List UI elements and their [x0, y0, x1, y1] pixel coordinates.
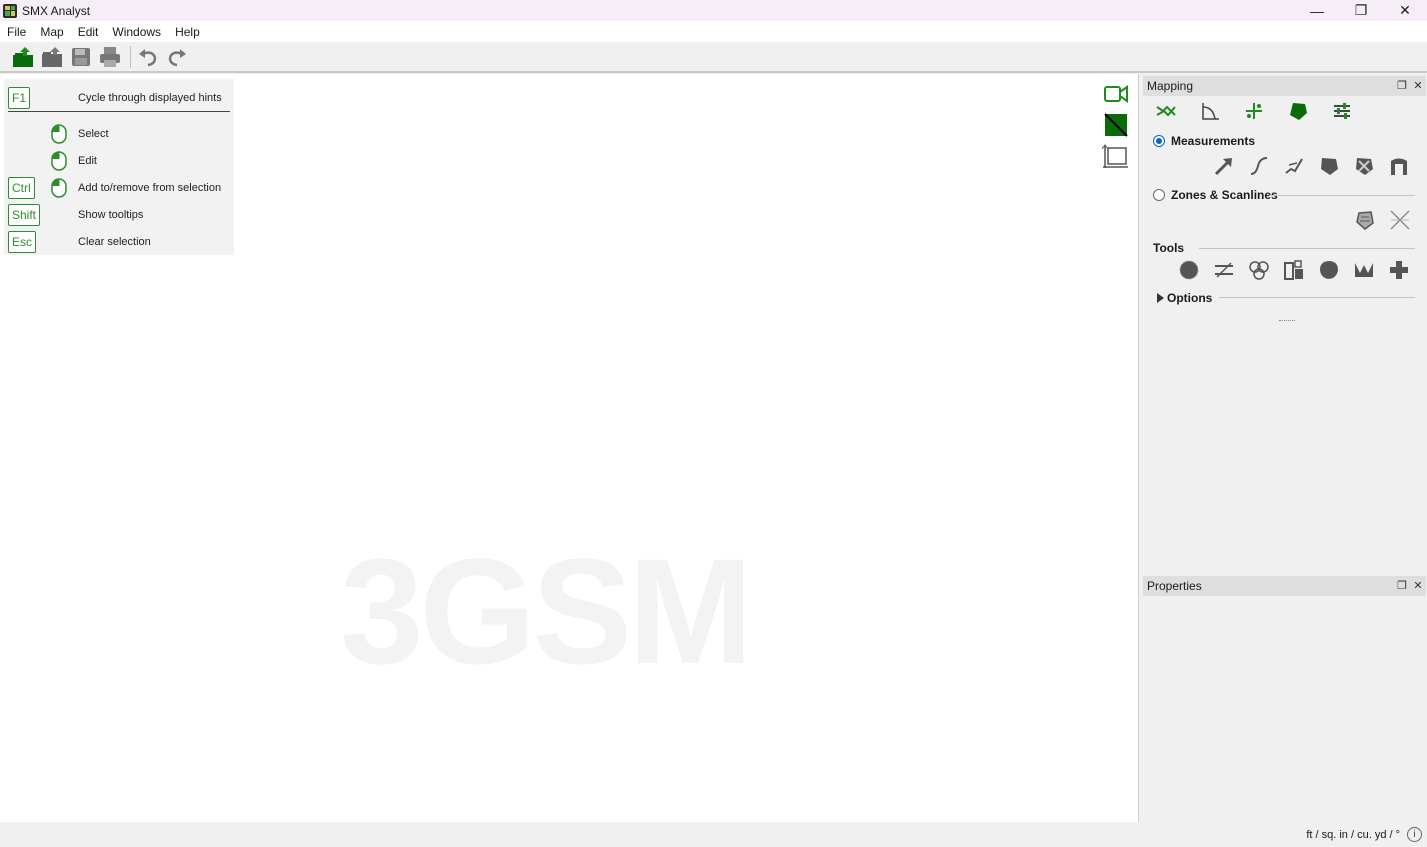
- watermark-logo: 3GSM: [340, 527, 753, 695]
- menu-map[interactable]: Map: [33, 25, 70, 39]
- tools-section: Tools: [1153, 241, 1184, 255]
- image-toggle-icon[interactable]: [1101, 111, 1131, 139]
- zones-divider: [1269, 195, 1415, 196]
- hint-label: Select: [78, 128, 109, 140]
- properties-panel-title: Properties: [1147, 579, 1202, 593]
- zones-option[interactable]: Zones & Scanlines: [1153, 188, 1278, 202]
- measurements-option[interactable]: Measurements: [1153, 134, 1255, 148]
- save-icon[interactable]: [68, 44, 94, 70]
- hints-panel: F1 Cycle through displayed hints Select …: [4, 79, 234, 255]
- tab-points-icon[interactable]: [1237, 100, 1271, 122]
- float-panel-icon[interactable]: ❐: [1396, 79, 1408, 92]
- zone-polygon-icon[interactable]: [1350, 206, 1380, 234]
- menu-help[interactable]: Help: [168, 25, 207, 39]
- tab-angle-icon[interactable]: [1193, 100, 1227, 122]
- mouse-left-click-icon: [51, 178, 67, 198]
- hint-label: Show tooltips: [78, 209, 144, 221]
- undo-icon[interactable]: [135, 44, 161, 70]
- title-bar: SMX Analyst — ❐ ✕: [0, 0, 1427, 21]
- scanline-icon[interactable]: [1385, 206, 1415, 234]
- add-tool-icon[interactable]: [1384, 256, 1414, 284]
- measurements-radio[interactable]: [1153, 135, 1165, 147]
- toolbar-separator: [130, 45, 131, 68]
- surface-tool-icon[interactable]: [1349, 256, 1379, 284]
- blob-tool-icon[interactable]: [1314, 256, 1344, 284]
- units-label: ft / sq. in / cu. yd / °: [1306, 829, 1400, 841]
- tab-traces-icon[interactable]: [1149, 100, 1183, 122]
- minimize-button[interactable]: —: [1295, 0, 1339, 21]
- options-toggle[interactable]: Options: [1157, 291, 1212, 305]
- tunnel-profile-icon[interactable]: [1384, 152, 1414, 180]
- zones-radio[interactable]: [1153, 189, 1165, 201]
- curve-measure-icon[interactable]: [1244, 152, 1274, 180]
- toolbar: [0, 42, 1427, 73]
- window-title: SMX Analyst: [22, 3, 91, 18]
- key-badge-shift: Shift: [8, 204, 41, 226]
- close-panel-icon[interactable]: ✕: [1412, 579, 1424, 592]
- mapping-panel-title: Mapping: [1147, 79, 1194, 93]
- polyline-measure-icon[interactable]: [1279, 152, 1309, 180]
- tools-label: Tools: [1153, 241, 1185, 255]
- mapping-tabs: [1149, 100, 1369, 122]
- menu-windows[interactable]: Windows: [105, 25, 168, 39]
- view-tools: [1101, 80, 1133, 173]
- cluster-tool-icon[interactable]: [1244, 256, 1274, 284]
- close-button[interactable]: ✕: [1383, 0, 1427, 21]
- hint-row-header: F1 Cycle through displayed hints: [4, 86, 234, 110]
- camera-view-icon[interactable]: [1101, 80, 1131, 108]
- expand-arrow-icon: [1157, 293, 1164, 303]
- options-divider: [1219, 297, 1415, 298]
- hint-row-ctrl: Ctrl Add to/remove from selection: [4, 176, 234, 200]
- properties-panel-header: Properties ❐ ✕: [1143, 576, 1426, 596]
- measurement-tools: [1209, 152, 1419, 180]
- hint-row-esc: Esc Clear selection: [4, 230, 234, 254]
- mouse-left-click-icon: [51, 151, 67, 171]
- info-icon[interactable]: i: [1407, 827, 1422, 842]
- polygon-measure-icon[interactable]: [1314, 152, 1344, 180]
- panel-splitter-handle[interactable]: [1279, 320, 1295, 322]
- tab-settings-icon[interactable]: [1325, 100, 1359, 122]
- hint-label: Edit: [78, 155, 97, 167]
- hint-row-select: Select: [4, 122, 234, 146]
- menu-edit[interactable]: Edit: [71, 25, 106, 39]
- status-bar: ft / sq. in / cu. yd / ° i: [0, 822, 1427, 847]
- map-viewport[interactable]: 3GSM F1 Cycle through displayed hints Se…: [0, 74, 1138, 822]
- section-tool-icon[interactable]: [1209, 256, 1239, 284]
- menu-bar: File Map Edit Windows Help: [0, 21, 1427, 42]
- mouse-left-click-icon: [51, 124, 67, 144]
- tool-buttons: [1174, 256, 1419, 284]
- hint-label: Add to/remove from selection: [78, 182, 222, 194]
- sphere-tool-icon[interactable]: [1174, 256, 1204, 284]
- tools-divider: [1199, 248, 1415, 249]
- zones-label: Zones & Scanlines: [1171, 188, 1278, 202]
- options-label: Options: [1167, 291, 1213, 305]
- block-tool-icon[interactable]: [1279, 256, 1309, 284]
- key-badge-ctrl: Ctrl: [8, 177, 35, 199]
- zone-tools: [1350, 206, 1420, 234]
- measurements-label: Measurements: [1171, 134, 1256, 148]
- new-project-icon[interactable]: [10, 44, 36, 70]
- right-dock: Mapping ❐ ✕ Measurements Zones & Scanlin…: [1138, 74, 1427, 822]
- window-controls: — ❐ ✕: [1295, 0, 1427, 21]
- hint-label: Clear selection: [78, 236, 151, 248]
- print-icon[interactable]: [97, 44, 123, 70]
- close-panel-icon[interactable]: ✕: [1412, 79, 1424, 92]
- redo-icon[interactable]: [164, 44, 190, 70]
- hint-row-edit: Edit: [4, 149, 234, 173]
- key-badge-f1: F1: [8, 87, 31, 109]
- hint-row-shift: Shift Show tooltips: [4, 203, 234, 227]
- maximize-button[interactable]: ❐: [1339, 0, 1383, 21]
- mapping-panel-header: Mapping ❐ ✕: [1143, 76, 1426, 96]
- open-icon[interactable]: [39, 44, 65, 70]
- hint-label: Cycle through displayed hints: [78, 92, 222, 104]
- hint-divider: [8, 111, 230, 112]
- app-logo-icon: [3, 3, 17, 18]
- arrow-measure-icon[interactable]: [1209, 152, 1239, 180]
- tab-polygons-icon[interactable]: [1281, 100, 1315, 122]
- patch-measure-icon[interactable]: [1349, 152, 1379, 180]
- extent-frame-icon[interactable]: [1101, 142, 1131, 170]
- key-badge-esc: Esc: [8, 231, 37, 253]
- float-panel-icon[interactable]: ❐: [1396, 579, 1408, 592]
- menu-file[interactable]: File: [0, 25, 33, 39]
